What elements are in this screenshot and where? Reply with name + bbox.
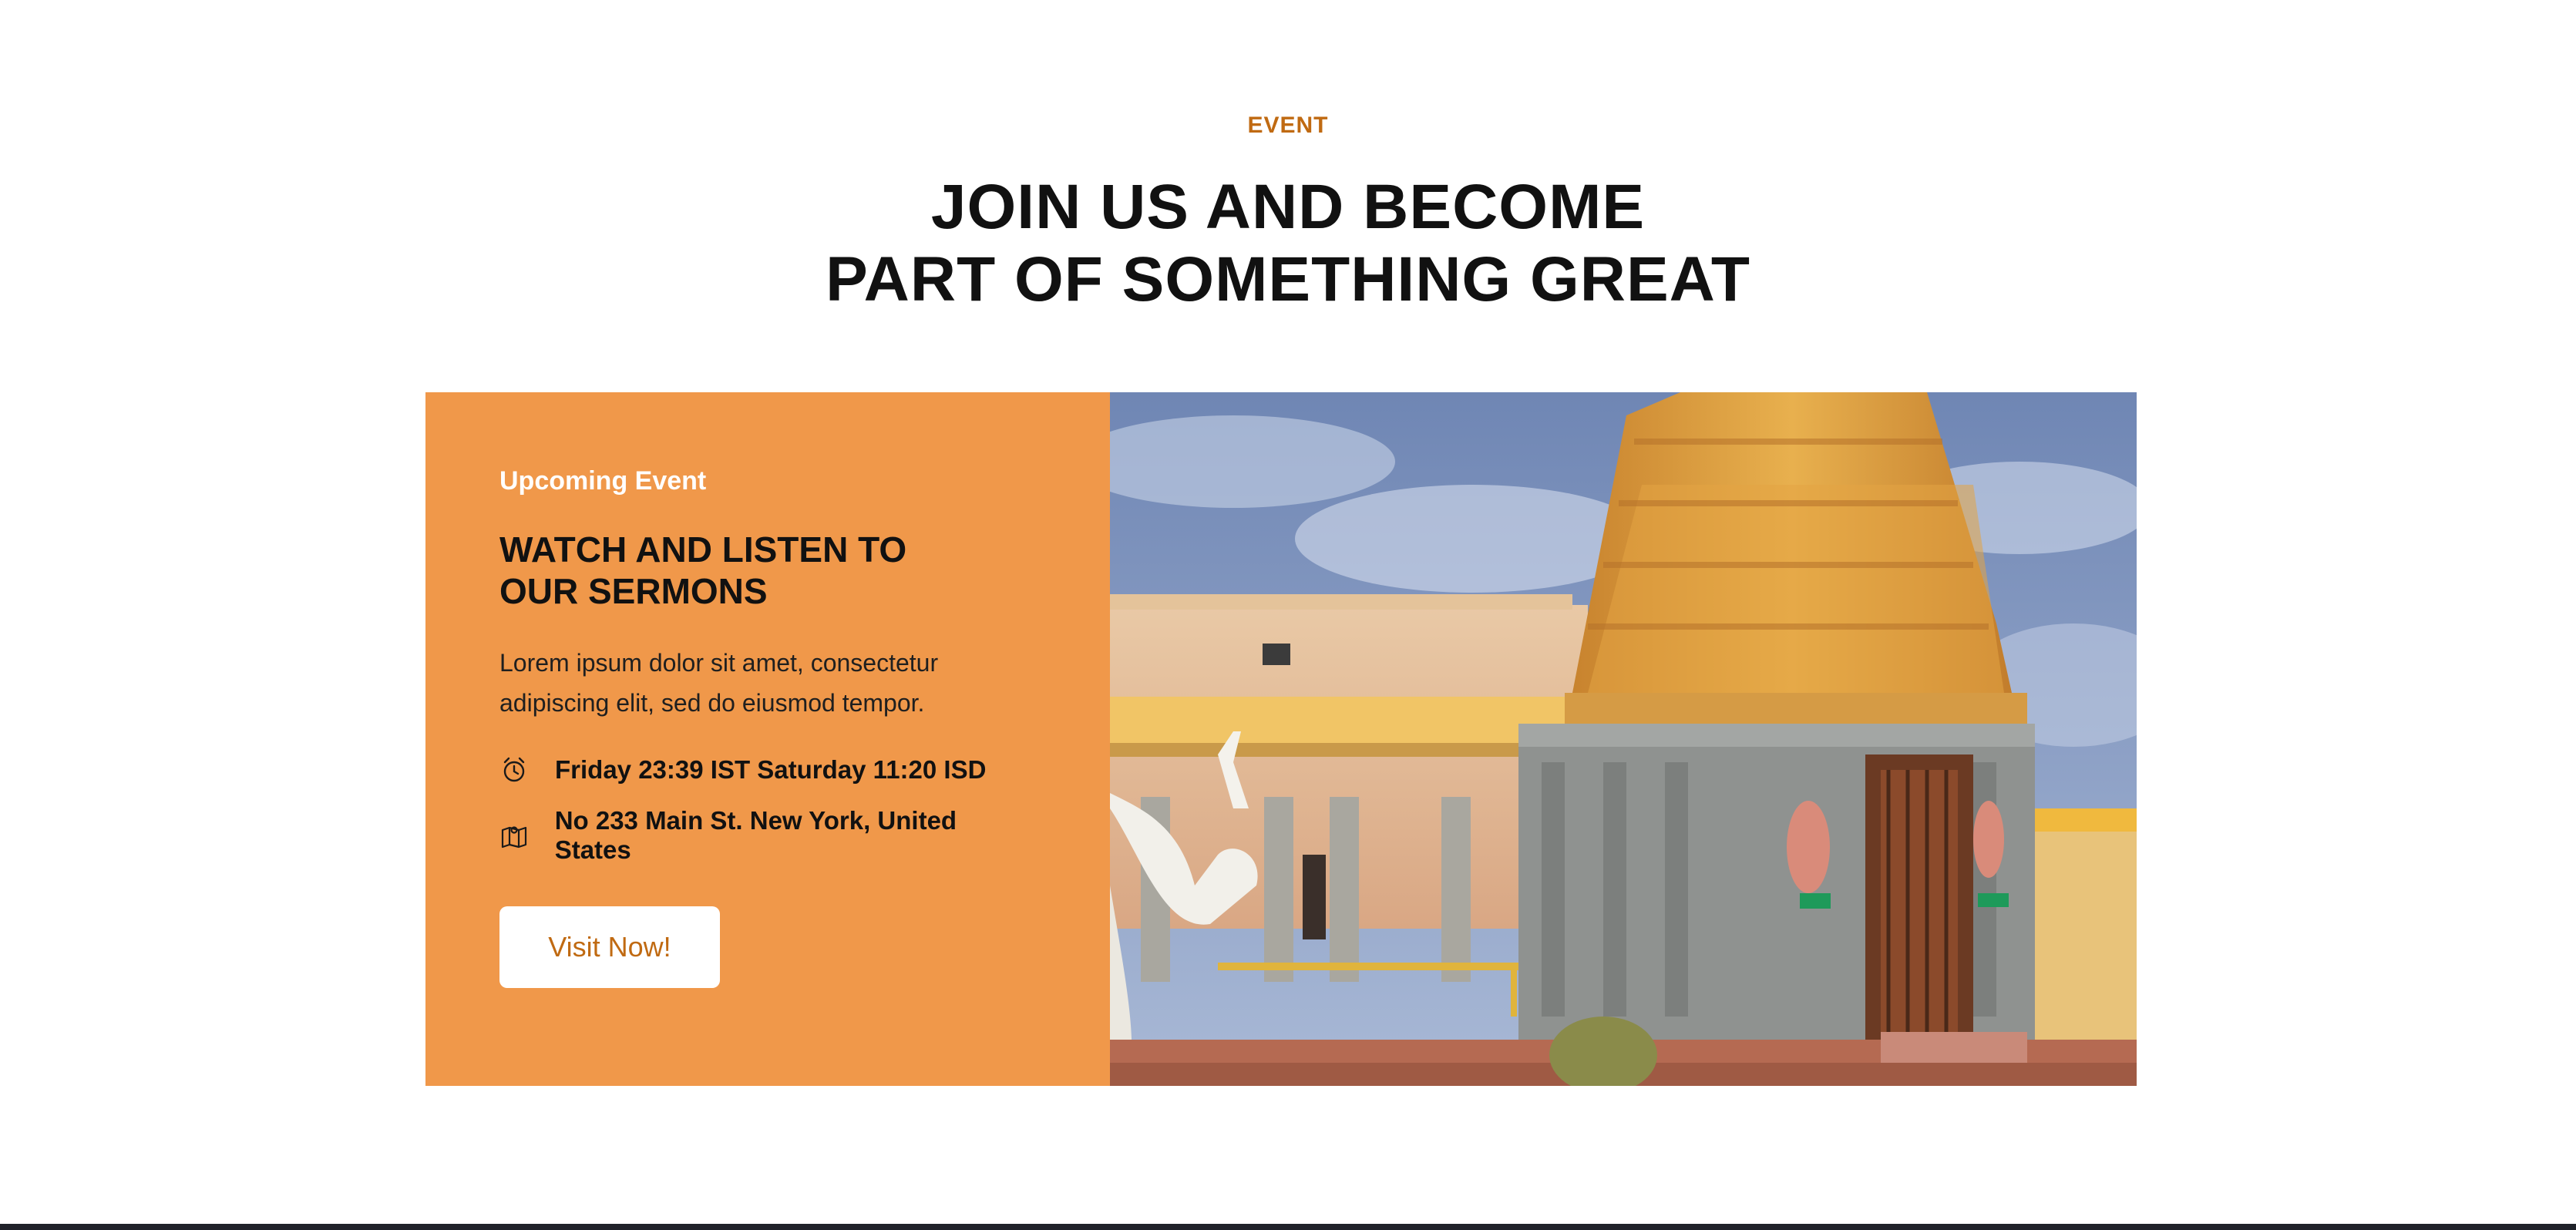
event-card: Upcoming Event WATCH AND LISTEN TO OUR S…	[425, 392, 2137, 1086]
footer-bar	[0, 1224, 2576, 1230]
section-eyebrow: EVENT	[1247, 113, 1329, 138]
event-time: Friday 23:39 IST Saturday 11:20 ISD	[555, 755, 987, 784]
event-location-row: No 233 Main St. New York, United States	[499, 806, 1036, 865]
temple-image	[1110, 392, 2137, 1086]
event-time-row: Friday 23:39 IST Saturday 11:20 ISD	[499, 755, 1036, 785]
event-info-panel: Upcoming Event WATCH AND LISTEN TO OUR S…	[425, 392, 1110, 1086]
visit-now-button[interactable]: Visit Now!	[499, 906, 720, 988]
event-location: No 233 Main St. New York, United States	[554, 806, 957, 864]
event-label: Upcoming Event	[499, 466, 707, 496]
section-heading-line-2: PART OF SOMETHING GREAT	[826, 244, 1750, 314]
alarm-clock-icon	[499, 755, 529, 785]
section-heading: JOIN US AND BECOME PART OF SOMETHING GRE…	[0, 171, 2576, 316]
event-description: Lorem ipsum dolor sit amet, consectetur …	[499, 649, 939, 717]
map-icon	[499, 821, 529, 850]
event-title: WATCH AND LISTEN TO OUR SERMONS	[499, 529, 907, 611]
page: EVENT JOIN US AND BECOME PART OF SOMETHI…	[0, 0, 2576, 1230]
section-heading-line-1: JOIN US AND BECOME	[930, 172, 1646, 242]
